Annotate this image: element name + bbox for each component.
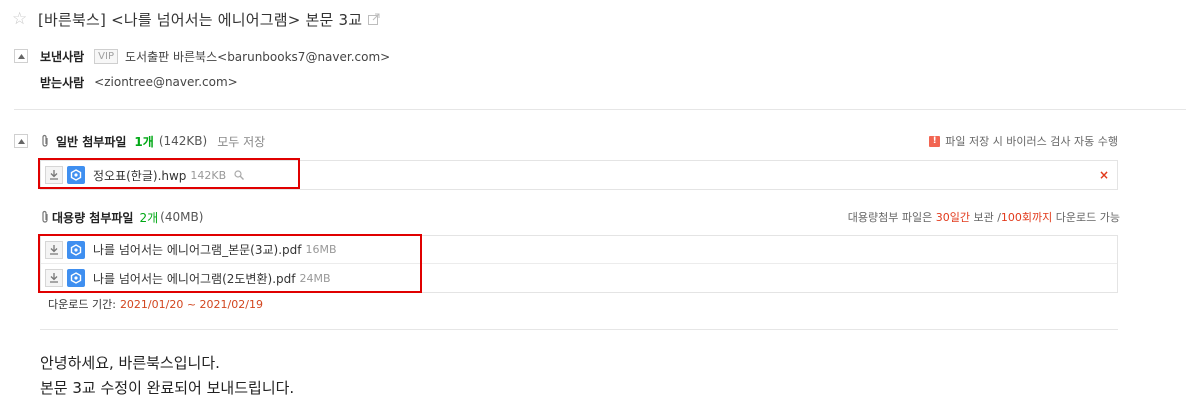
download-icon — [50, 273, 58, 283]
save-to-cloud-button[interactable] — [67, 166, 85, 184]
collapse-icon — [17, 53, 25, 59]
recipient-label: 받는사람 — [40, 75, 85, 90]
paperclip-icon — [42, 134, 48, 147]
sender-row: 보낸사람 VIP 도서출판 바른북스<barunbooks7@naver.com… — [40, 47, 390, 65]
large-attachments-size: (40MB) — [160, 210, 204, 224]
attachment-file-name[interactable]: 나를 넘어서는 에니어그램(2도변환).pdf — [93, 270, 295, 287]
mybox-cloud-icon — [70, 169, 82, 181]
sender-address[interactable]: 도서출판 바른북스<barunbooks7@naver.com> — [125, 48, 390, 65]
sender-label: 보낸사람 — [40, 49, 85, 64]
attachment-file-name[interactable]: 정오표(한글).hwp — [93, 167, 186, 184]
attachment-file-size: 24MB — [299, 271, 331, 285]
collapse-header-button[interactable] — [14, 49, 28, 63]
download-icon — [50, 170, 58, 180]
star-icon[interactable]: ☆ — [12, 10, 30, 28]
download-button[interactable] — [45, 240, 63, 259]
general-attachments-title: 일반 첨부파일 — [56, 134, 127, 149]
general-attachments-count: 1개 — [134, 134, 154, 149]
mail-subject: [바른북스] <나를 넘어서는 에니어그램> 본문 3교 — [38, 10, 363, 29]
general-attachments-header: 일반 첨부파일 1개 (142KB) 모두 저장 — [40, 132, 265, 150]
download-period-label: 다운로드 기간: — [48, 298, 116, 311]
large-attachment-note: 대용량첨부 파일은 30일간 보관 / 100회까지 다운로드 가능 — [848, 208, 1120, 226]
mail-subject-row: ☆ [바른북스] <나를 넘어서는 에니어그램> 본문 3교 — [12, 8, 380, 30]
mybox-cloud-icon — [70, 272, 82, 284]
warning-icon: ! — [929, 135, 941, 147]
download-period: 다운로드 기간: 2021/01/20 ~ 2021/02/19 — [48, 296, 263, 312]
recipient-address[interactable]: <ziontree@naver.com> — [94, 75, 238, 89]
attachment-file-size: 16MB — [305, 243, 337, 256]
recipient-row: 받는사람 <ziontree@naver.com> — [40, 73, 238, 91]
magnifier-icon[interactable] — [234, 170, 245, 180]
large-attachments-title: 대용량 첨부파일 — [52, 210, 134, 225]
header-divider — [14, 109, 1186, 110]
large-note-mid: 보관 / — [969, 211, 1001, 224]
save-to-cloud-button[interactable] — [67, 240, 85, 259]
virus-scan-note: ! 파일 저장 시 바이러스 검사 자동 수행 — [929, 132, 1118, 150]
download-button[interactable] — [45, 269, 63, 287]
large-note-times: 100회까지 — [1000, 211, 1053, 224]
large-attachments-count: 2개 — [139, 210, 159, 225]
general-attachments-size: (142KB) — [158, 134, 208, 148]
save-all-button[interactable]: 모두 저장 — [217, 133, 265, 150]
large-note-suffix: 다운로드 가능 — [1052, 211, 1120, 224]
attachment-file-name[interactable]: 나를 넘어서는 에니어그램_본문(3교).pdf — [93, 241, 301, 258]
download-period-value: 2021/01/20 ~ 2021/02/19 — [119, 297, 263, 311]
paperclip-icon — [42, 210, 48, 223]
close-icon[interactable]: × — [1099, 169, 1109, 181]
body-line: 안녕하세요, 바른북스입니다. — [40, 354, 220, 372]
attachment-row: 나를 넘어서는 에니어그램_본문(3교).pdf 16MB — [41, 236, 1117, 264]
mybox-cloud-icon — [70, 243, 82, 256]
collapse-icon — [17, 138, 25, 144]
body-divider — [40, 329, 1118, 330]
download-button[interactable] — [45, 166, 63, 184]
download-icon — [50, 244, 58, 255]
mail-body: 안녕하세요, 바른북스입니다. 본문 3교 수정이 완료되어 보내드립니다. — [40, 351, 294, 401]
virus-scan-text: 파일 저장 시 바이러스 검사 자동 수행 — [945, 135, 1118, 148]
attachment-file-size: 142KB — [190, 168, 227, 182]
large-attachments-header: 대용량 첨부파일 2개 (40MB) — [40, 208, 203, 226]
large-note-prefix: 대용량첨부 파일은 — [847, 211, 936, 224]
body-line: 본문 3교 수정이 완료되어 보내드립니다. — [40, 379, 295, 397]
attachment-row: 나를 넘어서는 에니어그램(2도변환).pdf 24MB — [41, 264, 1117, 292]
large-attachment-list: 나를 넘어서는 에니어그램_본문(3교).pdf 16MB 나를 넘어서는 에니… — [40, 235, 1118, 293]
save-to-cloud-button[interactable] — [67, 269, 85, 287]
vip-badge: VIP — [94, 48, 118, 64]
popout-icon[interactable] — [368, 13, 380, 25]
collapse-attachments-button[interactable] — [14, 134, 28, 148]
large-note-days: 30일간 — [935, 211, 970, 224]
attachment-row: 정오표(한글).hwp 142KB × — [41, 161, 1117, 189]
general-attachment-list: 정오표(한글).hwp 142KB × — [40, 160, 1118, 190]
